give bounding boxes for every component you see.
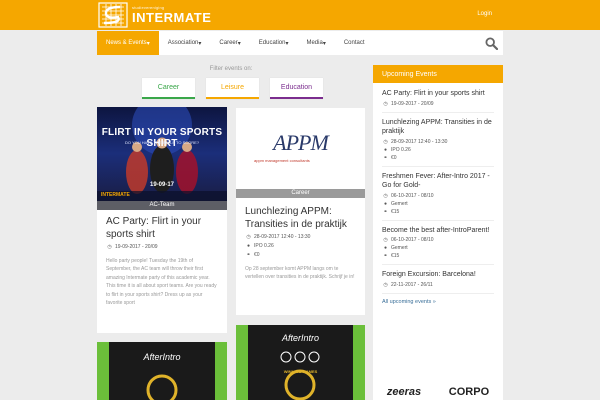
category-tag: AC-Team xyxy=(97,201,227,210)
filter-buttons: Career Leisure Education xyxy=(142,78,323,99)
sponsor-strip: zeeras CORPO xyxy=(373,383,503,400)
event-card[interactable]: APPM appm management consultants Career … xyxy=(236,108,365,315)
map-pin-icon: ● xyxy=(383,146,388,153)
logo-text: INTERMATE xyxy=(132,10,212,25)
clock-icon: ◷ xyxy=(383,138,388,145)
appm-subtitle: appm management consultants xyxy=(254,158,310,163)
poster-title: AfterIntro xyxy=(143,352,181,362)
poster-title: FLIRT IN YOUR SPORTS SHIRT xyxy=(101,127,223,149)
filter-education-button[interactable]: Education xyxy=(270,78,323,99)
top-bar: studievereniging INTERMATE Login xyxy=(0,0,600,30)
sidebar-event-location: ● Gemert xyxy=(383,245,408,251)
map-pin-icon: ● xyxy=(383,200,388,207)
all-upcoming-events-link[interactable]: All upcoming events » xyxy=(373,299,503,305)
clock-icon: ◷ xyxy=(383,237,388,243)
clock-icon: ◷ xyxy=(383,281,388,288)
event-card[interactable]: AfterIntro WINNING GAMES xyxy=(236,325,365,400)
login-link[interactable]: Login xyxy=(477,11,492,17)
clock-icon: ◷ xyxy=(246,234,251,240)
event-poster[interactable]: AfterIntro xyxy=(97,342,227,400)
divider xyxy=(382,111,494,113)
link-icon: ⚭ xyxy=(246,252,251,258)
site-logo[interactable]: studievereniging INTERMATE xyxy=(98,1,211,29)
event-date: ◷ 28-09-2017 12:40 - 13:30 xyxy=(246,234,311,240)
clock-icon: ◷ xyxy=(383,192,388,199)
nav-contact[interactable]: Contact xyxy=(335,31,374,55)
nav-career[interactable]: Career ▾ xyxy=(210,31,249,55)
event-card[interactable]: AfterIntro xyxy=(97,342,227,400)
event-description: Op 28 september komt APPM langs om te ve… xyxy=(245,266,355,281)
divider xyxy=(382,292,494,294)
map-pin-icon: ● xyxy=(246,243,251,249)
sidebar-event[interactable]: AC Party: Flirt in your sports shirt ◷ 19… xyxy=(373,89,503,107)
appm-logo: APPM xyxy=(273,130,329,155)
event-date: ◷ 19-09-2017 - 20/09 xyxy=(107,244,158,250)
event-price: ⚭ €0 xyxy=(246,252,260,258)
sidebar-event-title[interactable]: Freshmen Fever: After-Intro 2017 -Go for… xyxy=(382,172,494,191)
sidebar-event-price: ⚭ €0 xyxy=(383,154,397,161)
main-nav: News & Events ▾ Association ▾ Career ▾ Educ… xyxy=(97,31,503,55)
event-poster[interactable]: APPM appm management consultants xyxy=(236,108,365,198)
link-icon: ⚭ xyxy=(383,154,388,161)
sponsor-logo[interactable]: zeeras xyxy=(387,386,421,398)
filter-label: Filter events on: xyxy=(209,66,253,72)
sidebar-event-title[interactable]: AC Party: Flirt in your sports shirt xyxy=(382,89,494,99)
logo-small-text: studievereniging xyxy=(132,5,165,10)
event-card[interactable]: FLIRT IN YOUR SPORTS SHIRT DO YOU HAVE T… xyxy=(97,107,227,333)
sidebar-event-date: ◷ 19-09-2017 - 20/09 xyxy=(383,100,434,107)
sidebar-event-location: ● Gemert xyxy=(383,200,408,207)
sidebar-event-date: ◷ 28-09-2017 12:40 - 13:30 xyxy=(383,138,448,145)
sidebar-event-date: ◷ 06-10-2017 - 08/10 xyxy=(383,237,434,243)
filter-leisure-button[interactable]: Leisure xyxy=(206,78,259,99)
divider xyxy=(382,219,494,221)
sidebar-event-date: ◷ 06-10-2017 - 08/10 xyxy=(383,192,434,199)
sidebar-event-price: ⚭ €15 xyxy=(383,208,400,215)
divider xyxy=(382,165,494,167)
search-icon xyxy=(484,36,498,50)
event-poster[interactable]: FLIRT IN YOUR SPORTS SHIRT DO YOU HAVE T… xyxy=(97,107,227,210)
filter-career-button[interactable]: Career xyxy=(142,78,195,99)
event-title[interactable]: AC Party: Flirt in your sports shirt xyxy=(106,215,218,241)
sidebar-event-title[interactable]: Lunchlezing APPM: Transities in de prakt… xyxy=(382,118,494,137)
clock-icon: ◷ xyxy=(383,100,388,107)
poster-subtitle: DO YOU HAVE THE BALLS TO SCORE? xyxy=(124,140,200,145)
sidebar-event-location: ● IPO 0.26 xyxy=(383,146,411,153)
sidebar-heading: Upcoming Events xyxy=(373,65,503,83)
logo-icon xyxy=(98,2,128,28)
sidebar-event[interactable]: Become the best after-IntroParent! ◷ 06-1… xyxy=(373,226,503,260)
event-title[interactable]: Lunchlezing APPM: Transities in de prakt… xyxy=(245,205,356,231)
sidebar-event[interactable]: Lunchlezing APPM: Transities in de prakt… xyxy=(373,118,503,161)
event-description: Hello party people! Tuesday the 19th of … xyxy=(106,258,217,307)
upcoming-events-sidebar: Upcoming Events AC Party: Flirt in your … xyxy=(373,65,503,400)
link-icon: ⚭ xyxy=(383,253,388,259)
nav-media[interactable]: Media ▾ xyxy=(297,31,334,55)
poster-subtitle: WINNING GAMES xyxy=(283,369,318,374)
category-tag: Career xyxy=(236,189,365,198)
link-icon: ⚭ xyxy=(383,208,388,215)
poster-brand: INTERMATE xyxy=(101,192,130,198)
poster-title: AfterIntro xyxy=(281,333,319,343)
map-pin-icon: ● xyxy=(383,245,388,251)
nav-news-events[interactable]: News & Events ▾ xyxy=(97,31,159,55)
search-button[interactable] xyxy=(479,31,503,55)
sidebar-event-title[interactable]: Become the best after-IntroParent! xyxy=(382,226,494,236)
sponsor-logo[interactable]: CORPO xyxy=(449,386,489,398)
sidebar-event[interactable]: Foreign Excursion: Barcelona! ◷ 22-11-201… xyxy=(373,270,503,288)
divider xyxy=(382,264,494,265)
sidebar-event-price: ⚭ €15 xyxy=(383,253,400,259)
sidebar-event[interactable]: Freshmen Fever: After-Intro 2017 -Go for… xyxy=(373,172,503,215)
poster-graphic xyxy=(97,342,227,400)
poster-date: 19-09-17 xyxy=(149,182,175,188)
sidebar-event-date: ◷ 22-11-2017 - 26/11 xyxy=(383,281,433,288)
nav-association[interactable]: Association ▾ xyxy=(159,31,211,55)
event-poster[interactable]: AfterIntro WINNING GAMES xyxy=(236,325,365,400)
clock-icon: ◷ xyxy=(107,244,112,250)
nav-education[interactable]: Education ▾ xyxy=(250,31,298,55)
event-location: ● IPO 0.26 xyxy=(246,243,274,249)
sidebar-event-title[interactable]: Foreign Excursion: Barcelona! xyxy=(382,270,494,280)
